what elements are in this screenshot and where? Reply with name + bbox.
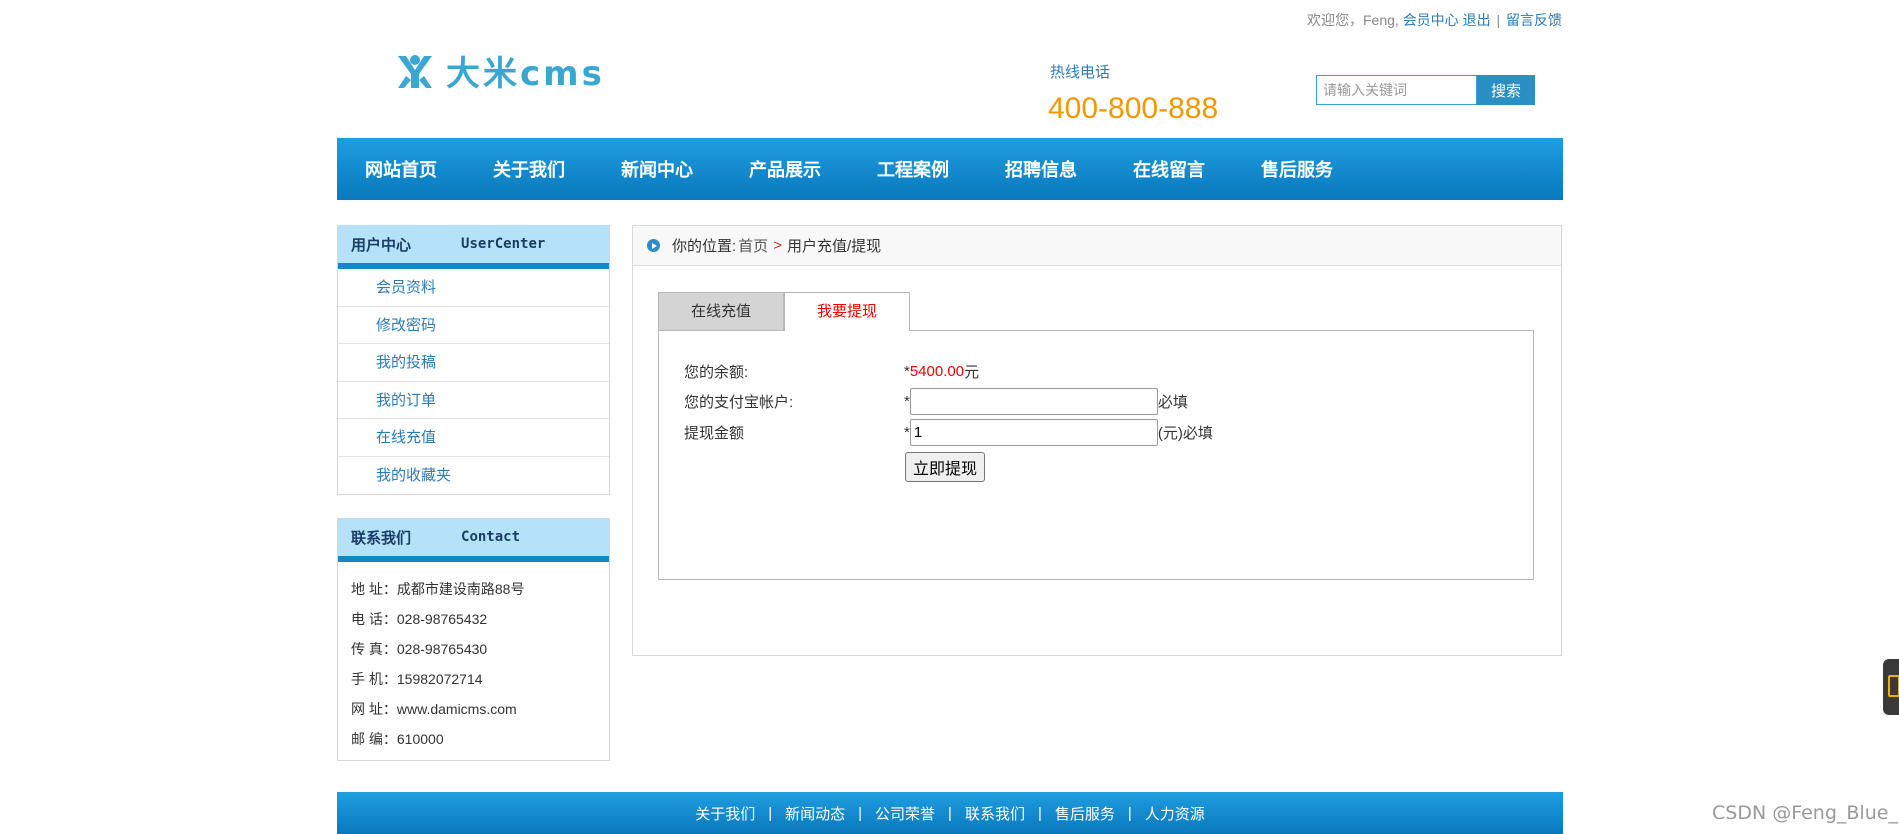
alipay-account-input[interactable] bbox=[909, 388, 1158, 415]
footer-link-news[interactable]: 新闻动态 bbox=[785, 803, 845, 824]
breadcrumb-home-link[interactable]: 首页 bbox=[738, 235, 768, 256]
nav-item-service[interactable]: 售后服务 bbox=[1261, 156, 1333, 182]
footer-separator: | bbox=[1037, 804, 1042, 822]
member-center-link[interactable]: 会员中心 bbox=[1403, 12, 1459, 28]
alipay-hint: 必填 bbox=[1157, 394, 1188, 411]
withdraw-form: 您的余额: * 5400.00 元 您的支付宝帐户: * 必填 提现金额 * (… bbox=[658, 330, 1534, 580]
contact-title-en: Contact bbox=[461, 529, 521, 545]
feedback-link[interactable]: 留言反馈 bbox=[1506, 12, 1562, 28]
required-mark: * bbox=[904, 424, 910, 441]
search-input[interactable] bbox=[1316, 75, 1477, 105]
user-center-panel: 用户中心 UserCenter 会员资料 修改密码 我的投稿 我的订单 在线充值… bbox=[337, 225, 610, 495]
amount-input[interactable] bbox=[909, 419, 1158, 446]
nav-item-about[interactable]: 关于我们 bbox=[493, 156, 565, 182]
nav-item-guestbook[interactable]: 在线留言 bbox=[1133, 156, 1205, 182]
sidebar-item-recharge[interactable]: 在线充值 bbox=[338, 419, 609, 457]
logo-text: 大米cms bbox=[446, 54, 605, 94]
contact-header: 联系我们 Contact bbox=[338, 518, 609, 562]
breadcrumb-separator: > bbox=[773, 237, 782, 254]
contact-address: 地 址：成都市建设南路88号 bbox=[351, 581, 525, 597]
floating-widget-icon[interactable] bbox=[1883, 659, 1899, 715]
footer-separator: | bbox=[858, 804, 863, 822]
logout-link[interactable]: 退出 bbox=[1463, 12, 1491, 28]
balance-unit: 元 bbox=[964, 364, 980, 381]
footer-link-hr[interactable]: 人力资源 bbox=[1145, 803, 1205, 824]
footer-link-honors[interactable]: 公司荣誉 bbox=[875, 803, 935, 824]
footer-link-about[interactable]: 关于我们 bbox=[695, 803, 755, 824]
footer-separator: | bbox=[768, 804, 773, 822]
user-center-header: 用户中心 UserCenter bbox=[338, 225, 609, 269]
sidebar-item-profile[interactable]: 会员资料 bbox=[338, 269, 609, 307]
site-logo[interactable]: 大米cms bbox=[394, 46, 605, 95]
top-user-bar: 欢迎您，Feng, 会员中心 退出 | 留言反馈 bbox=[1307, 10, 1562, 30]
nav-item-home[interactable]: 网站首页 bbox=[365, 156, 437, 182]
tab-recharge[interactable]: 在线充值 bbox=[658, 292, 784, 330]
arrow-circle-icon bbox=[647, 239, 660, 252]
main-content: 你的位置: 首页 > 用户充值/提现 在线充值 我要提现 您的余额: * 540… bbox=[632, 225, 1562, 656]
footer-links: 关于我们 | 新闻动态 | 公司荣誉 | 联系我们 | 售后服务 | 人力资源 bbox=[337, 792, 1563, 834]
alipay-label: 您的支付宝帐户: bbox=[684, 394, 794, 411]
breadcrumb-prefix: 你的位置: bbox=[672, 238, 737, 255]
contact-panel: 联系我们 Contact 地 址：成都市建设南路88号 电 话：028-9876… bbox=[337, 518, 610, 761]
topbar-separator: | bbox=[1496, 12, 1501, 28]
user-center-title-en: UserCenter bbox=[461, 236, 546, 252]
sidebar-item-favorites[interactable]: 我的收藏夹 bbox=[338, 457, 609, 495]
contact-phone: 电 话：028-98765432 bbox=[351, 611, 488, 627]
tab-bar: 在线充值 我要提现 bbox=[658, 292, 910, 331]
amount-label: 提现金额 bbox=[684, 425, 745, 442]
amount-hint: (元)必填 bbox=[1157, 425, 1213, 442]
breadcrumb-current: 用户充值/提现 bbox=[786, 238, 882, 255]
balance-value: 5400.00 bbox=[909, 363, 965, 380]
sidebar-item-password[interactable]: 修改密码 bbox=[338, 307, 609, 344]
welcome-text: 欢迎您，Feng, bbox=[1306, 12, 1399, 28]
tab-withdraw[interactable]: 我要提现 bbox=[784, 292, 910, 331]
contact-website: 网 址：www.damicms.com bbox=[351, 701, 517, 717]
sidebar-item-submissions[interactable]: 我的投稿 bbox=[338, 344, 609, 382]
withdraw-submit-button[interactable]: 立即提现 bbox=[905, 452, 985, 482]
search-button[interactable]: 搜索 bbox=[1477, 75, 1535, 105]
amount-row: 提现金额 * (元)必填 bbox=[684, 419, 1213, 446]
csdn-watermark: CSDN @Feng_Blue_ bbox=[1712, 802, 1898, 824]
breadcrumb: 你的位置: 首页 > 用户充值/提现 bbox=[633, 226, 1561, 266]
alipay-row: 您的支付宝帐户: * 必填 bbox=[684, 388, 1188, 415]
user-center-title: 用户中心 bbox=[351, 235, 412, 254]
contact-zip: 邮 编：610000 bbox=[351, 731, 444, 747]
hotline-label: 热线电话 bbox=[1050, 64, 1111, 81]
contact-fax: 传 真：028-98765430 bbox=[351, 641, 488, 657]
required-mark: * bbox=[904, 393, 910, 410]
nav-item-products[interactable]: 产品展示 bbox=[749, 156, 821, 182]
logo-icon bbox=[398, 54, 432, 88]
footer-separator: | bbox=[1127, 804, 1132, 822]
footer-separator: | bbox=[948, 804, 952, 822]
contact-list: 地 址：成都市建设南路88号 电 话：028-98765432 传 真：028-… bbox=[338, 562, 609, 760]
sidebar-item-orders[interactable]: 我的订单 bbox=[338, 382, 609, 419]
nav-item-news[interactable]: 新闻中心 bbox=[621, 156, 693, 182]
contact-mobile: 手 机：15982072714 bbox=[351, 671, 483, 687]
hotline-number: 400-800-888 bbox=[1048, 92, 1219, 125]
balance-row: 您的余额: * 5400.00 元 bbox=[684, 361, 979, 382]
nav-item-jobs[interactable]: 招聘信息 bbox=[1005, 156, 1077, 182]
footer-link-contact[interactable]: 联系我们 bbox=[965, 803, 1025, 824]
footer-link-service[interactable]: 售后服务 bbox=[1055, 803, 1115, 824]
main-nav: 网站首页 关于我们 新闻中心 产品展示 工程案例 招聘信息 在线留言 售后服务 bbox=[337, 138, 1563, 200]
search-bar: 搜索 bbox=[1316, 75, 1535, 105]
contact-title: 联系我们 bbox=[351, 528, 412, 547]
nav-item-cases[interactable]: 工程案例 bbox=[877, 156, 949, 182]
balance-label: 您的余额: bbox=[684, 364, 749, 381]
